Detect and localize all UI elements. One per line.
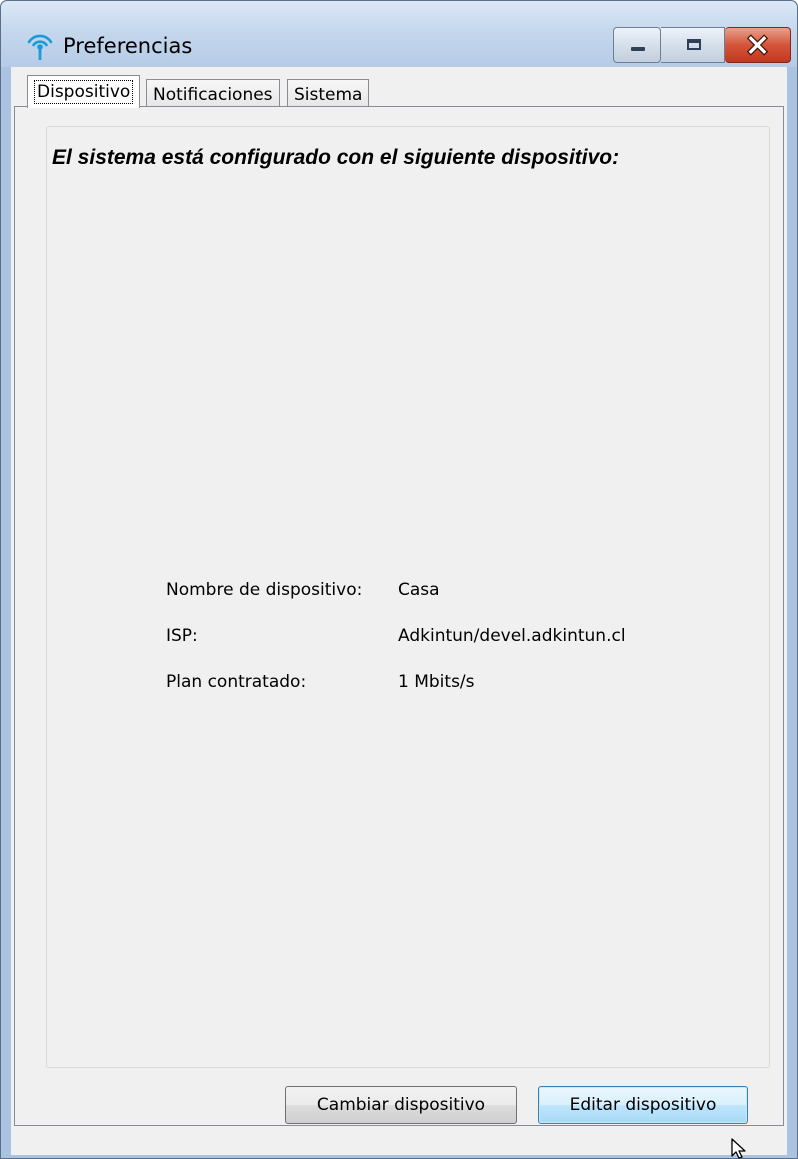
minimize-icon — [631, 47, 645, 51]
plan-label: Plan contratado: — [166, 672, 307, 692]
device-name-label: Nombre de dispositivo: — [166, 580, 363, 600]
device-heading: El sistema está configurado con el sigui… — [52, 146, 620, 169]
tab-dispositivo[interactable]: Dispositivo — [27, 75, 141, 108]
tab-label: Notificaciones — [153, 85, 273, 105]
maximize-icon — [687, 39, 701, 50]
title-bar[interactable]: Preferencias — [1, 1, 797, 67]
maximize-button[interactable] — [661, 27, 725, 63]
tab-sistema[interactable]: Sistema — [287, 79, 370, 107]
close-icon — [746, 34, 769, 56]
window-title: Preferencias — [63, 34, 193, 58]
isp-value: Adkintun/devel.adkintun.cl — [398, 626, 626, 646]
close-button[interactable] — [725, 27, 791, 63]
plan-value: 1 Mbits/s — [398, 672, 475, 692]
device-name-value: Casa — [398, 580, 440, 600]
tab-notificaciones[interactable]: Notificaciones — [146, 79, 280, 107]
tab-label: Sistema — [294, 85, 363, 105]
isp-label: ISP: — [166, 626, 198, 646]
wifi-antenna-icon — [27, 34, 53, 60]
change-device-button[interactable]: Cambiar dispositivo — [285, 1086, 517, 1124]
minimize-button[interactable] — [613, 27, 661, 63]
edit-device-button[interactable]: Editar dispositivo — [538, 1086, 748, 1124]
tab-label: Dispositivo — [34, 80, 134, 104]
mouse-cursor-icon — [731, 1138, 746, 1159]
